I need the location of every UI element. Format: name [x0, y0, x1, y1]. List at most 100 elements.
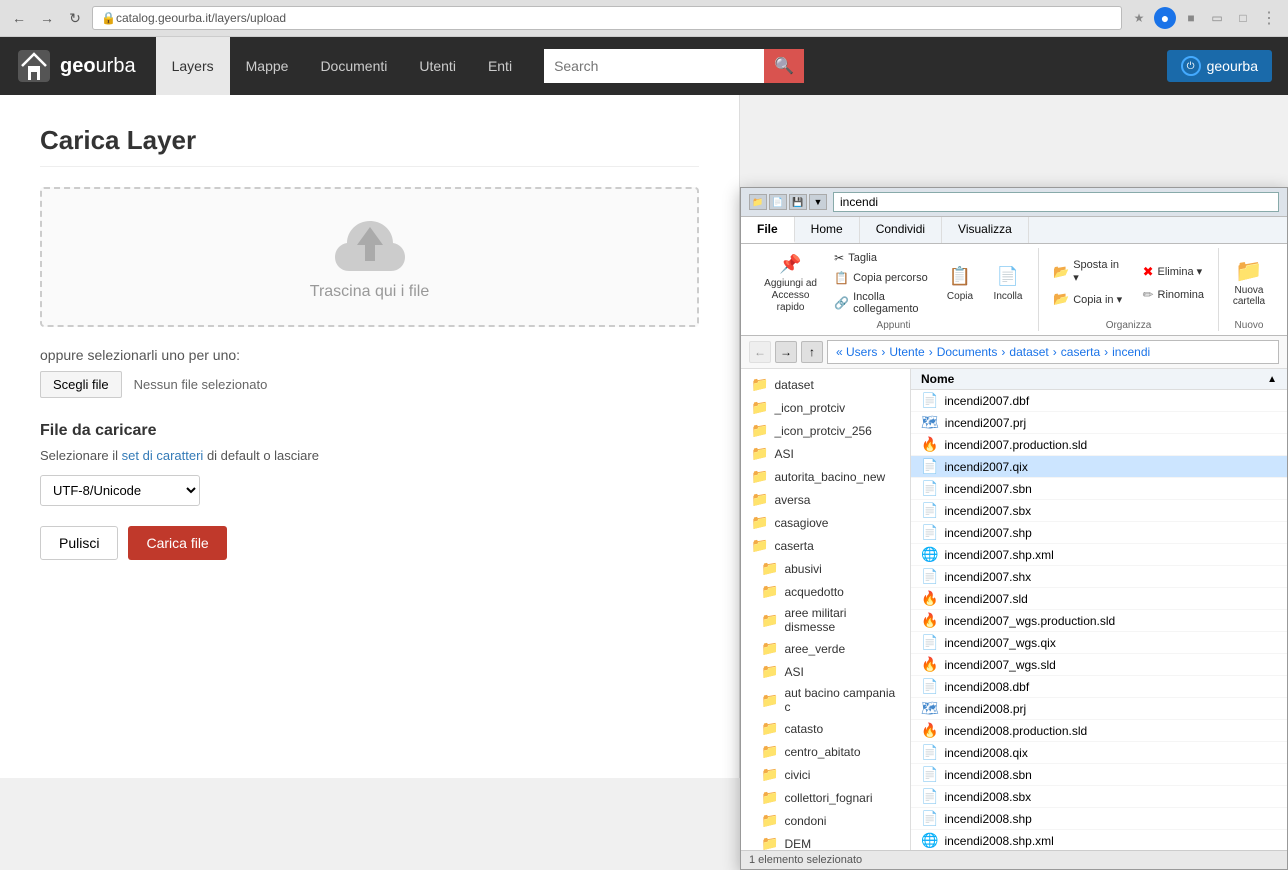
nav-up-button[interactable]: ↑ — [801, 341, 823, 363]
breadcrumb-caserta[interactable]: caserta — [1061, 345, 1100, 359]
navbar: geourba Layers Mappe Documenti Utenti En… — [0, 37, 1288, 95]
breadcrumb-utente[interactable]: Utente — [889, 345, 924, 359]
nav-back-button[interactable]: ← — [749, 341, 771, 363]
fe-sidebar: 📁 dataset 📁 _icon_protciv 📁 _icon_protci… — [741, 369, 911, 850]
sidebar-folder-acquedotto[interactable]: 📁 acquedotto — [741, 580, 910, 603]
sidebar-folder-asi2[interactable]: 📁 ASI — [741, 660, 910, 683]
sidebar-folder-icon-protciv-256[interactable]: 📁 _icon_protciv_256 — [741, 419, 910, 442]
ribbon-btn-incolla-collegamento[interactable]: 🔗 Incolla collegamento — [828, 289, 934, 317]
file-item-1[interactable]: 🗺 incendi2007.prj — [911, 412, 1287, 434]
fe-tab-home[interactable]: Home — [795, 217, 860, 243]
fullscreen-icon[interactable]: □ — [1232, 7, 1254, 29]
fe-tab-condividi[interactable]: Condividi — [860, 217, 942, 243]
search-input[interactable] — [544, 49, 764, 83]
fe-tab-file[interactable]: File — [741, 217, 795, 243]
sidebar-folder-abusivi[interactable]: 📁 abusivi — [741, 557, 910, 580]
sidebar-folder-centro[interactable]: 📁 centro_abitato — [741, 740, 910, 763]
file-item-8[interactable]: 📄 incendi2007.shx — [911, 566, 1287, 588]
search-button[interactable]: 🔍 — [764, 49, 804, 83]
fe-tab-visualizza[interactable]: Visualizza — [942, 217, 1029, 243]
file-item-12[interactable]: 🔥 incendi2007_wgs.sld — [911, 654, 1287, 676]
upload-button[interactable]: Carica file — [128, 526, 226, 560]
breadcrumb-users[interactable]: « Users — [836, 345, 877, 359]
sidebar-folder-caserta[interactable]: 📁 caserta — [741, 534, 910, 557]
ribbon-btn-nuova-cartella[interactable]: 📁 Nuovacartella — [1227, 255, 1271, 311]
browser-icons: ★ ● ■ ▭ □ ⋮ — [1128, 7, 1280, 29]
fe-title-input[interactable] — [833, 192, 1279, 212]
ribbon-btn-copia[interactable]: 📋 Copia — [938, 261, 982, 306]
page-title: Carica Layer — [40, 125, 699, 167]
file-item-14[interactable]: 🗺 incendi2008.prj — [911, 698, 1287, 720]
nav-link-layers[interactable]: Layers — [156, 37, 230, 95]
file-item-19[interactable]: 📄 incendi2008.shp — [911, 808, 1287, 830]
file-item-15[interactable]: 🔥 incendi2008.production.sld — [911, 720, 1287, 742]
ribbon-btn-copia-in[interactable]: 📂 Copia in ▾ — [1047, 289, 1133, 309]
breadcrumb-documents[interactable]: Documents — [937, 345, 998, 359]
breadcrumb-incendi[interactable]: incendi — [1112, 345, 1150, 359]
ribbon-btn-quick-access[interactable]: 📌 Aggiungi adAccesso rapido — [757, 248, 824, 318]
sidebar-folder-autorita[interactable]: 📁 autorita_bacino_new — [741, 465, 910, 488]
user-button[interactable]: ⏻ geourba — [1167, 50, 1272, 82]
file-item-17[interactable]: 📄 incendi2008.sbn — [911, 764, 1287, 786]
file-item-13[interactable]: 📄 incendi2008.dbf — [911, 676, 1287, 698]
sidebar-folder-aversa[interactable]: 📁 aversa — [741, 488, 910, 511]
menu-icon[interactable]: ⋮ — [1258, 7, 1280, 29]
shield-icon[interactable]: ■ — [1180, 7, 1202, 29]
back-button[interactable]: ← — [8, 7, 30, 29]
nav-link-utenti[interactable]: Utenti — [403, 37, 472, 95]
file-item-0[interactable]: 📄 incendi2007.dbf — [911, 390, 1287, 412]
drop-zone[interactable]: Trascina qui i file — [40, 187, 699, 327]
file-item-10[interactable]: 🔥 incendi2007_wgs.production.sld — [911, 610, 1287, 632]
ribbon-btn-sposta[interactable]: 📂 Sposta in ▾ — [1047, 257, 1133, 286]
fe-icon-3[interactable]: 💾 — [789, 194, 807, 210]
charset-select[interactable]: UTF-8/UnicodeISO-8859-1UTF-16ASCII — [40, 475, 200, 506]
sidebar-folder-condoni[interactable]: 📁 condoni — [741, 809, 910, 832]
sidebar-folder-collettori[interactable]: 📁 collettori_fognari — [741, 786, 910, 809]
fe-icon-1[interactable]: 📁 — [749, 194, 767, 210]
sidebar-folder-dataset[interactable]: 📁 dataset — [741, 373, 910, 396]
sidebar-folder-aree-verde[interactable]: 📁 aree_verde — [741, 637, 910, 660]
bottom-buttons: Pulisci Carica file — [40, 526, 699, 560]
charset-link[interactable]: set di caratteri — [122, 448, 204, 463]
nav-forward-button[interactable]: → — [775, 341, 797, 363]
file-item-7[interactable]: 🌐 incendi2007.shp.xml — [911, 544, 1287, 566]
file-item-18[interactable]: 📄 incendi2008.sbx — [911, 786, 1287, 808]
sidebar-folder-catasto[interactable]: 📁 catasto — [741, 717, 910, 740]
file-item-9[interactable]: 🔥 incendi2007.sld — [911, 588, 1287, 610]
sidebar-folder-casagiove[interactable]: 📁 casagiove — [741, 511, 910, 534]
forward-button[interactable]: → — [36, 7, 58, 29]
nav-link-mappe[interactable]: Mappe — [230, 37, 305, 95]
reload-button[interactable]: ↻ — [64, 7, 86, 29]
fe-dropdown-icon[interactable]: ▼ — [809, 194, 827, 210]
choose-file-button[interactable]: Scegli file — [40, 371, 122, 398]
nav-link-documenti[interactable]: Documenti — [304, 37, 403, 95]
nav-link-enti[interactable]: Enti — [472, 37, 528, 95]
file-item-5[interactable]: 📄 incendi2007.sbx — [911, 500, 1287, 522]
folder-icon-protciv: 📁 — [751, 399, 768, 416]
file-item-6[interactable]: 📄 incendi2007.shp — [911, 522, 1287, 544]
breadcrumb-dataset[interactable]: dataset — [1009, 345, 1048, 359]
fe-icon-2[interactable]: 📄 — [769, 194, 787, 210]
file-item-2[interactable]: 🔥 incendi2007.production.sld — [911, 434, 1287, 456]
ribbon-btn-elimina[interactable]: ✖ Elimina ▾ — [1137, 262, 1210, 282]
file-item-4[interactable]: 📄 incendi2007.sbn — [911, 478, 1287, 500]
ribbon-btn-copia-percorso[interactable]: 📋 Copia percorso — [828, 269, 934, 287]
file-item-3[interactable]: 📄 incendi2007.qix — [911, 456, 1287, 478]
ribbon-btn-taglia[interactable]: ✂ Taglia — [828, 249, 934, 267]
bookmark-icon[interactable]: ● — [1154, 7, 1176, 29]
sort-icon[interactable]: ▲ — [1267, 374, 1277, 385]
address-bar[interactable]: 🔒 catalog.geourba.it/layers/upload — [92, 6, 1122, 30]
file-item-20[interactable]: 🌐 incendi2008.shp.xml — [911, 830, 1287, 850]
sidebar-folder-aree-militari[interactable]: 📁 aree militari dismesse — [741, 603, 910, 637]
sidebar-folder-icon-protciv[interactable]: 📁 _icon_protciv — [741, 396, 910, 419]
file-item-16[interactable]: 📄 incendi2008.qix — [911, 742, 1287, 764]
ribbon-btn-rinomina[interactable]: ✏ Rinomina — [1137, 285, 1210, 305]
sidebar-folder-dem[interactable]: 📁 DEM — [741, 832, 910, 850]
star-icon[interactable]: ★ — [1128, 7, 1150, 29]
file-item-11[interactable]: 📄 incendi2007_wgs.qix — [911, 632, 1287, 654]
sidebar-folder-asi[interactable]: 📁 ASI — [741, 442, 910, 465]
ribbon-btn-incolla[interactable]: 📄 Incolla — [986, 261, 1030, 306]
reset-button[interactable]: Pulisci — [40, 526, 118, 560]
sidebar-folder-aut-bacino[interactable]: 📁 aut bacino campania c — [741, 683, 910, 717]
cast-icon[interactable]: ▭ — [1206, 7, 1228, 29]
